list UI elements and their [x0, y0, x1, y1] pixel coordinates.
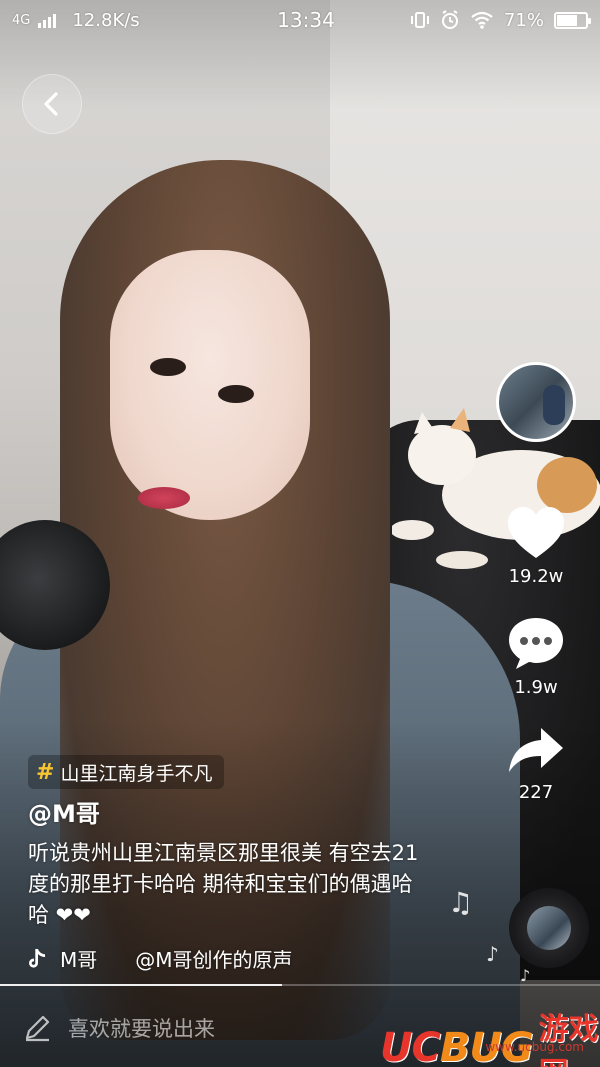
comment-button[interactable]: 1.9w — [506, 615, 566, 698]
signal-icon — [38, 12, 57, 28]
watermark-url: www.ucbug.com — [485, 1040, 584, 1054]
battery-level — [557, 14, 577, 26]
comment-icon — [509, 618, 563, 669]
watermark-uc: UC — [380, 1025, 441, 1067]
like-button[interactable]: 19.2w — [506, 506, 566, 587]
network-type: 4G — [12, 12, 31, 28]
status-right: 71% — [410, 9, 591, 31]
like-count: 19.2w — [508, 566, 564, 587]
music-note-icon: ♪ — [486, 942, 499, 966]
status-left: 4G 12.8K/s — [12, 10, 232, 31]
eye-left — [150, 358, 186, 376]
music-note-icon: ♪ — [520, 966, 531, 985]
share-icon — [509, 728, 563, 772]
music-row[interactable]: M哥 @M哥创作的原声 — [26, 944, 293, 973]
battery-percent: 71% — [503, 9, 544, 31]
share-count: 227 — [518, 782, 554, 803]
wifi-icon — [471, 11, 493, 29]
music-author: M哥 — [60, 948, 98, 972]
ucbug-watermark-logo: UC BUG 游戏网 — [380, 1004, 600, 1067]
battery-icon — [554, 11, 591, 29]
share-button[interactable]: 227 — [507, 726, 565, 803]
chevron-left-icon — [44, 92, 58, 116]
alarm-icon — [441, 10, 458, 29]
music-disc[interactable] — [509, 888, 589, 968]
video-progress-bar[interactable] — [0, 984, 600, 986]
video-description: 听说贵州山里江南景区那里很美 有空去21度的那里打卡哈哈 期待和宝宝们的偶遇哈哈… — [28, 841, 419, 927]
challenge-tag[interactable]: # 山里江南身手不凡 — [28, 755, 225, 789]
watermark-cn: 游戏网 — [538, 1012, 599, 1067]
status-bar: 4G 12.8K/s 13:34 71% — [0, 0, 600, 40]
music-disc-cover — [527, 906, 571, 950]
action-rail: 19.2w 1.9w 227 — [486, 362, 586, 803]
heart-icon — [508, 507, 564, 558]
eye-right — [218, 385, 254, 403]
comment-count: 1.9w — [514, 677, 558, 698]
vibrate-icon — [410, 12, 429, 28]
music-title: @M哥创作的原声 — [135, 948, 293, 972]
pencil-icon — [25, 1015, 50, 1041]
back-button[interactable] — [22, 74, 82, 134]
music-note-icon: ♫ — [448, 886, 474, 919]
network-speed: 12.8K/s — [72, 9, 140, 31]
face — [110, 250, 310, 520]
tiktok-note-icon — [29, 948, 45, 968]
hashtag-icon: # — [36, 759, 55, 785]
author-name[interactable]: @M哥 — [28, 794, 100, 829]
author-avatar[interactable] — [496, 362, 576, 442]
challenge-tag-label: 山里江南身手不凡 — [60, 762, 213, 785]
lips — [138, 487, 190, 509]
status-time: 13:34 — [277, 8, 335, 32]
comment-input-placeholder[interactable]: 喜欢就要说出来 — [68, 1013, 215, 1043]
video-progress-fill — [0, 984, 282, 986]
